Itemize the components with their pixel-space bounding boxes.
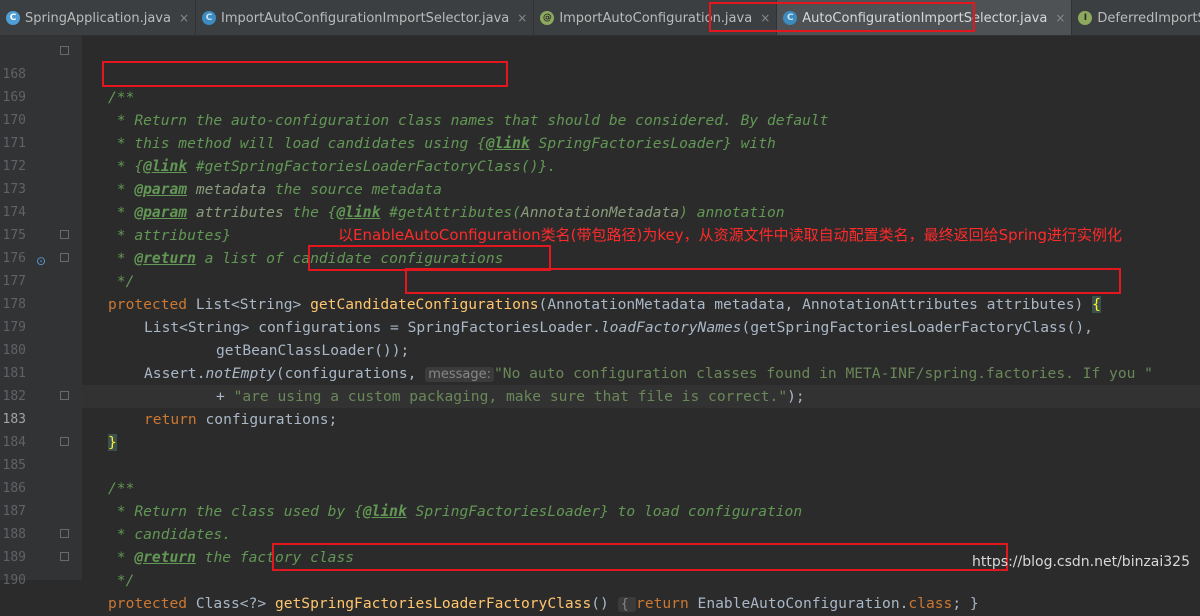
code-line: 180 Assert.notEmpty(configurations, mess… [0,316,1200,382]
line-number: 190 [2,573,26,588]
code-token: Class<?> [187,595,275,612]
close-icon[interactable]: × [760,11,770,25]
code-line-current: 183 } [0,385,1200,451]
code-line: 181 + "are using a custom packaging, mak… [0,339,1200,405]
method-name: getSpringFactoriesLoaderFactoryClass [274,595,592,612]
code-token: EnableAutoConfiguration. [688,595,909,612]
annotation-icon: @ [540,11,555,25]
code-line: 173 * @param attributes the {@link #getA… [0,155,1200,221]
tab-import-auto-configuration[interactable]: @ ImportAutoConfiguration.java × [534,0,778,35]
keyword: class [908,595,953,612]
code-line: 189 */ [0,523,1200,589]
code-line: 170 * this method will load candidates u… [0,86,1200,152]
tab-label: ImportAutoConfigurationImportSelector.ja… [221,10,510,26]
close-icon[interactable]: × [1055,11,1065,25]
tab-auto-configuration-import-selector[interactable]: C AutoConfigurationImportSelector.java × [777,0,1073,35]
code-text: */ [108,569,135,592]
tab-label: AutoConfigurationImportSelector.java [802,10,1048,26]
code-line: 175 * @return a list of candidate config… [0,201,1200,267]
editor-tab-bar: C SpringApplication.java × C ImportAutoC… [0,0,1200,36]
code-line: 168 /** [0,40,1200,106]
code-token: () [591,595,618,612]
java-class-icon: C [202,11,217,25]
keyword: protected [108,595,188,612]
watermark: https://blog.csdn.net/binzai325 [972,554,1190,570]
folded-region[interactable]: { [617,597,637,612]
code-line: 187 * candidates. [0,477,1200,543]
code-line: 171 * {@link #getSpringFactoriesLoaderFa… [0,109,1200,175]
close-icon[interactable]: × [179,11,189,25]
keyword: return [636,595,689,612]
tab-deferred-import-selector[interactable]: I DeferredImportSelector.java × [1072,0,1200,35]
code-text: protected Class<?> getSpringFactoriesLoa… [108,592,979,616]
code-line: 169 * Return the auto-configuration clas… [0,63,1200,129]
code-token: ; } [952,595,979,612]
java-interface-icon: I [1078,11,1093,25]
comment: */ [108,572,135,589]
tab-label: ImportAutoConfiguration.java [559,10,753,26]
code-line: 177 protected List<String> getCandidateC… [0,247,1200,313]
java-class-icon: C [6,11,20,25]
code-line: 179 getBeanClassLoader()); [0,293,1200,359]
code-line: 184 [0,408,1200,450]
code-line: 188 * @return the factory class [0,500,1200,566]
tab-import-auto-configuration-import-selector[interactable]: C ImportAutoConfigurationImportSelector.… [196,0,535,35]
code-line: 186 * Return the class used by {@link Sp… [0,454,1200,520]
tab-label: DeferredImportSelector.java [1097,10,1200,26]
tab-label: SpringApplication.java [25,10,171,26]
tab-spring-application[interactable]: C SpringApplication.java × [0,0,197,35]
annotation-note: 以EnableAutoConfiguration类名(带包路径)为key，从资源… [338,226,1123,244]
code-line: 174 * attributes} [0,178,1200,244]
code-line: 182 return configurations; [0,362,1200,428]
code-line: 172 * @param metadata the source metadat… [0,132,1200,198]
close-icon[interactable]: × [517,11,527,25]
code-line: 185 /** [0,431,1200,497]
java-class-icon: C [783,11,798,25]
code-line: 178 List<String> configurations = Spring… [0,270,1200,336]
